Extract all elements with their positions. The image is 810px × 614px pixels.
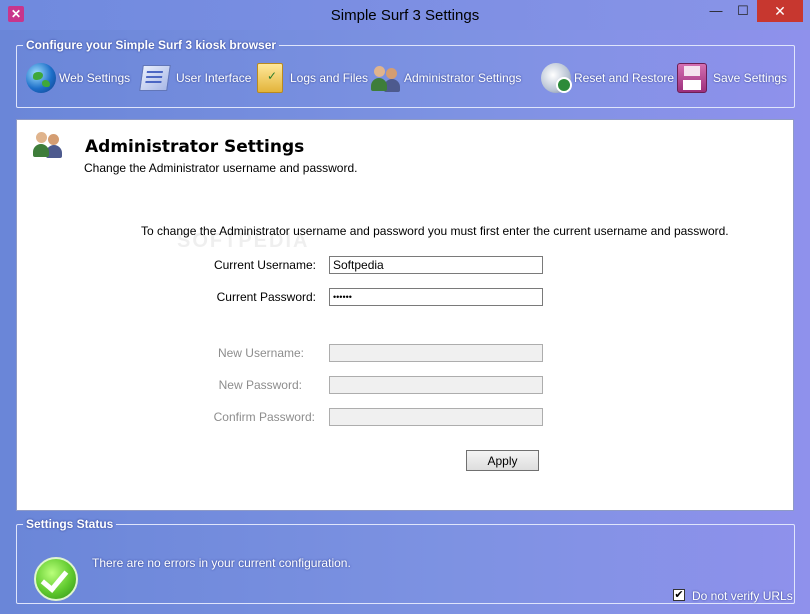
instructions-text: To change the Administrator username and… (141, 224, 729, 238)
success-check-icon (34, 557, 78, 601)
toolbar-item-label: User Interface (176, 71, 252, 85)
title-bar: ✕ Simple Surf 3 Settings — ☐ ✕ (0, 0, 810, 30)
new-username-input[interactable] (329, 344, 543, 362)
toolbar-save-settings[interactable]: Save Settings (677, 61, 787, 95)
current-password-input[interactable]: •••••• (329, 288, 543, 306)
toolbar-item-label: Reset and Restore (574, 71, 675, 85)
users-icon (33, 129, 65, 161)
apply-button[interactable]: Apply (466, 450, 539, 471)
close-button[interactable]: ✕ (757, 0, 803, 22)
folder-icon (257, 63, 283, 93)
new-username-label: New Username: (217, 346, 304, 360)
administrator-settings-panel: Administrator Settings Change the Admini… (16, 119, 794, 511)
do-not-verify-urls-checkbox[interactable]: ✔ (673, 589, 685, 601)
current-username-label: Current Username: (213, 258, 316, 272)
page-title: Administrator Settings (85, 137, 305, 157)
current-username-input[interactable]: Softpedia (329, 256, 543, 274)
minimize-button[interactable]: — (703, 0, 729, 22)
users-icon (371, 63, 401, 93)
configure-group: Configure your Simple Surf 3 kiosk brows… (16, 38, 795, 108)
configure-group-label: Configure your Simple Surf 3 kiosk brows… (26, 38, 277, 52)
new-password-input[interactable] (329, 376, 543, 394)
toolbar-logs-and-files[interactable]: Logs and Files (257, 61, 368, 95)
toolbar-reset-and-restore[interactable]: Reset and Restore (541, 61, 674, 95)
do-not-verify-urls-label[interactable]: Do not verify URLs (692, 589, 793, 603)
status-message: There are no errors in your current conf… (92, 556, 351, 570)
page-subtitle: Change the Administrator username and pa… (84, 161, 358, 175)
new-password-label: New Password: (218, 378, 302, 392)
toolbar-user-interface[interactable]: User Interface (139, 61, 252, 95)
toolbar-item-label: Web Settings (59, 71, 131, 85)
globe-icon (26, 63, 56, 93)
toolbar-administrator-settings[interactable]: Administrator Settings (371, 61, 521, 95)
toolbar-web-settings[interactable]: Web Settings (26, 61, 130, 95)
toolbar-item-label: Logs and Files (290, 71, 369, 85)
confirm-password-label: Confirm Password: (213, 410, 315, 424)
current-password-label: Current Password: (216, 290, 316, 304)
toolbar-item-label: Administrator Settings (404, 71, 522, 85)
toolbar-item-label: Save Settings (713, 71, 788, 85)
user-interface-icon (139, 65, 171, 91)
settings-status-label: Settings Status (26, 517, 114, 531)
confirm-password-input[interactable] (329, 408, 543, 426)
settings-status-group: Settings Status There are no errors in y… (16, 517, 795, 604)
reset-icon (541, 63, 572, 93)
save-icon (677, 63, 707, 93)
window-title: Simple Surf 3 Settings (330, 7, 480, 24)
maximize-button[interactable]: ☐ (730, 0, 756, 22)
